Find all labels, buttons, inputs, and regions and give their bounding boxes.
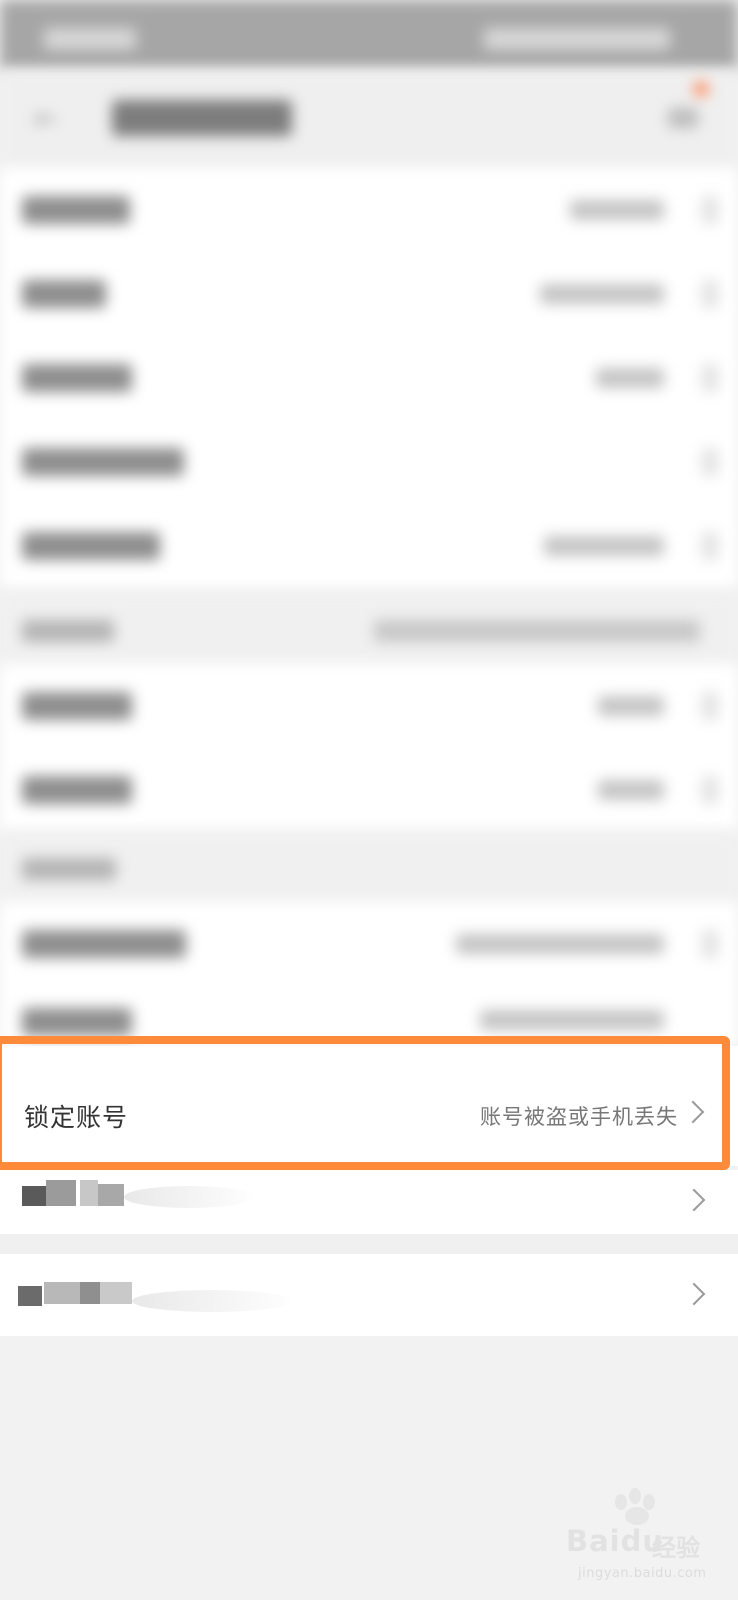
highlight-box xyxy=(0,1036,730,1170)
page-title-blurred xyxy=(112,100,292,136)
back-arrow-icon[interactable]: ← xyxy=(34,105,57,133)
blurred-row[interactable] xyxy=(0,420,738,504)
blurred-row[interactable] xyxy=(0,168,738,252)
section-header-blurred xyxy=(0,594,738,664)
blurred-row[interactable] xyxy=(0,748,738,832)
blurred-row[interactable] xyxy=(0,336,738,420)
watermark-brand: Baidu xyxy=(566,1524,665,1558)
account-info-group xyxy=(0,168,738,588)
notification-dot xyxy=(694,82,708,96)
status-icons-blurred xyxy=(484,28,670,50)
blurred-row[interactable] xyxy=(0,504,738,588)
section-header-blurred xyxy=(0,832,738,902)
blurred-row[interactable] xyxy=(0,902,738,986)
watermark-url: jingyan.baidu.com xyxy=(578,1566,707,1581)
pixelated-row[interactable] xyxy=(0,1170,738,1234)
chevron-right-icon xyxy=(682,1188,706,1212)
blurred-row[interactable] xyxy=(0,252,738,336)
blurred-row[interactable] xyxy=(0,664,738,748)
section-gap xyxy=(0,1234,738,1254)
status-bar xyxy=(0,0,738,70)
pixelated-row[interactable] xyxy=(0,1254,738,1336)
password-group xyxy=(0,664,738,832)
chevron-right-icon xyxy=(682,1282,706,1306)
status-time-blurred xyxy=(44,28,136,50)
more-icon[interactable] xyxy=(668,108,698,128)
app-bar: ← xyxy=(0,70,738,166)
watermark-brand-cn: 经验 xyxy=(652,1534,700,1562)
security-group xyxy=(0,902,738,1046)
